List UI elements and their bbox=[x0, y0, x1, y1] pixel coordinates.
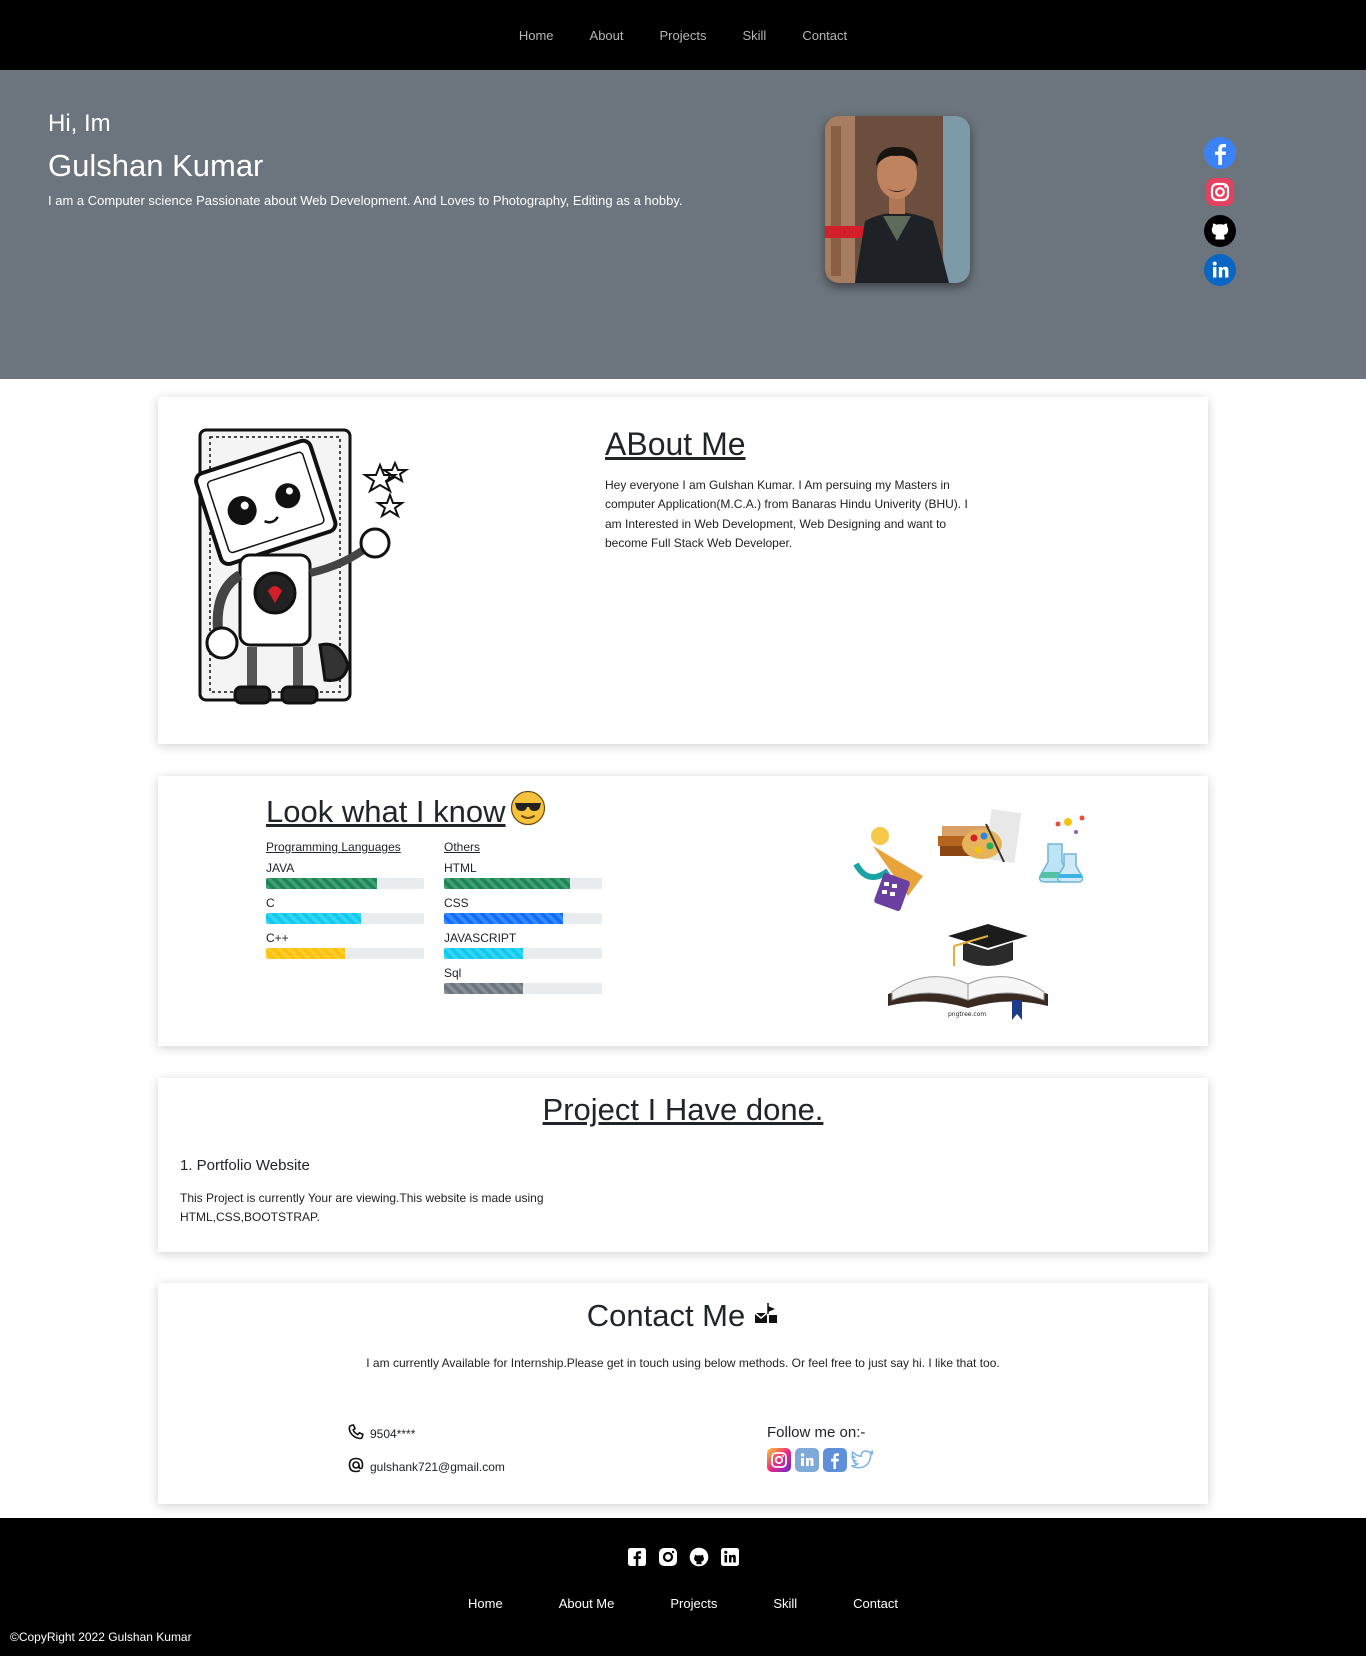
github-icon[interactable] bbox=[1203, 214, 1237, 248]
project-item-text: This Project is currently Your are viewi… bbox=[180, 1191, 544, 1224]
contact-title-text: Contact Me bbox=[586, 1298, 746, 1333]
progress-bar bbox=[444, 983, 602, 994]
skill-java: JAVA bbox=[266, 862, 426, 889]
skill-label: C bbox=[266, 896, 275, 910]
phone-icon bbox=[348, 1424, 364, 1443]
linkedin-icon[interactable] bbox=[795, 1448, 819, 1472]
skill-javascript: JAVASCRIPT bbox=[444, 932, 604, 959]
hero-tagline: I am a Computer science Passionate about… bbox=[48, 193, 683, 208]
nav-projects-link[interactable]: Projects bbox=[660, 28, 707, 43]
nav-home-link[interactable]: Home bbox=[519, 28, 554, 43]
follow-icons bbox=[767, 1448, 875, 1472]
facebook-icon[interactable] bbox=[627, 1547, 647, 1567]
follow-label: Follow me on:- bbox=[767, 1424, 866, 1441]
progress-fill bbox=[266, 913, 361, 924]
programming-languages-heading: Programming Languages bbox=[266, 840, 401, 854]
twitter-icon[interactable] bbox=[851, 1448, 875, 1472]
about-title: ABout Me bbox=[605, 426, 746, 462]
project-item-title: 1. Portfolio Website bbox=[180, 1157, 310, 1174]
facebook-icon[interactable] bbox=[823, 1448, 847, 1472]
skill-label: JAVASCRIPT bbox=[444, 931, 517, 945]
others-heading: Others bbox=[444, 840, 481, 854]
illustration-caption: pngtree.com bbox=[948, 1011, 986, 1018]
profile-photo bbox=[825, 116, 970, 283]
skill-cpp: C++ bbox=[266, 932, 426, 959]
contact-title: Contact Me bbox=[158, 1298, 1208, 1334]
nav-about-link[interactable]: About bbox=[590, 28, 624, 43]
projects-title: Project I Have done. bbox=[542, 1092, 824, 1127]
footer-home-link[interactable]: Home bbox=[468, 1596, 503, 1611]
nav-contact-link[interactable]: Contact bbox=[802, 28, 847, 43]
progress-bar bbox=[444, 948, 602, 959]
skill-sql: Sql bbox=[444, 967, 604, 994]
contact-intro: I am currently Available for Internship.… bbox=[366, 1356, 1000, 1370]
skills-card: Look what I know Programming Languages J… bbox=[158, 776, 1208, 1046]
footer-skill-link[interactable]: Skill bbox=[773, 1596, 797, 1611]
instagram-icon[interactable] bbox=[658, 1547, 678, 1567]
footer-about-link[interactable]: About Me bbox=[559, 1596, 615, 1611]
progress-fill bbox=[266, 878, 377, 889]
skill-html: HTML bbox=[444, 862, 604, 889]
instagram-icon[interactable] bbox=[767, 1448, 791, 1472]
progress-bar bbox=[266, 948, 424, 959]
contact-card: Contact Me I am currently Available for … bbox=[158, 1283, 1208, 1504]
facebook-icon[interactable] bbox=[1203, 136, 1237, 170]
skill-label: JAVA bbox=[266, 861, 295, 875]
about-text: Hey everyone I am Gulshan Kumar. I Am pe… bbox=[605, 478, 968, 550]
mailbox-icon bbox=[753, 1298, 779, 1334]
skills-title: Look what I know bbox=[266, 790, 546, 834]
skill-label: HTML bbox=[444, 861, 477, 875]
skill-label: CSS bbox=[444, 896, 469, 910]
about-card: ABout Me Hey everyone I am Gulshan Kumar… bbox=[158, 397, 1208, 744]
linkedin-icon[interactable] bbox=[720, 1547, 740, 1567]
hero-name: Gulshan Kumar bbox=[48, 148, 264, 183]
skills-title-text: Look what I know bbox=[266, 794, 506, 829]
footer-contact-link[interactable]: Contact bbox=[853, 1596, 898, 1611]
progress-bar bbox=[444, 913, 602, 924]
at-sign-icon bbox=[348, 1457, 364, 1476]
top-navbar: Home About Projects Skill Contact bbox=[0, 0, 1366, 70]
skill-c: C bbox=[266, 897, 426, 924]
progress-bar bbox=[266, 878, 424, 889]
progress-fill bbox=[444, 983, 523, 994]
phone-contact[interactable]: 9504**** bbox=[348, 1424, 415, 1443]
hero-section: Hi, Im Gulshan Kumar I am a Computer sci… bbox=[0, 70, 1366, 379]
skill-label: Sql bbox=[444, 966, 462, 980]
progress-bar bbox=[444, 878, 602, 889]
nav-skill-link[interactable]: Skill bbox=[742, 28, 766, 43]
hero-greeting: Hi, Im bbox=[48, 110, 111, 137]
progress-bar bbox=[266, 913, 424, 924]
projects-card: Project I Have done. 1. Portfolio Websit… bbox=[158, 1078, 1208, 1252]
progress-fill bbox=[444, 878, 571, 889]
footer-projects-link[interactable]: Projects bbox=[670, 1596, 717, 1611]
hero-social-links bbox=[1203, 136, 1237, 287]
github-icon[interactable] bbox=[689, 1547, 709, 1567]
skill-label: C++ bbox=[266, 931, 289, 945]
progress-fill bbox=[444, 913, 563, 924]
instagram-icon[interactable] bbox=[1203, 175, 1237, 209]
others-column: Others HTML CSS JAVASCRIPT Sql bbox=[444, 840, 604, 1002]
email-address: gulshank721@gmail.com bbox=[370, 1459, 505, 1474]
footer-nav: Home About Me Projects Skill Contact bbox=[0, 1596, 1366, 1611]
sunglasses-emoji-icon bbox=[510, 790, 546, 834]
robot-illustration bbox=[194, 428, 410, 705]
education-illustration: pngtree.com bbox=[853, 809, 1085, 1020]
progress-fill bbox=[266, 948, 345, 959]
programming-languages-column: Programming Languages JAVA C C++ bbox=[266, 840, 426, 967]
phone-number: 9504**** bbox=[370, 1426, 416, 1441]
footer: Home About Me Projects Skill Contact ©Co… bbox=[0, 1518, 1366, 1656]
copyright-text: ©CopyRight 2022 Gulshan Kumar bbox=[10, 1630, 192, 1644]
email-contact[interactable]: gulshank721@gmail.com bbox=[348, 1457, 505, 1476]
footer-social-icons bbox=[0, 1547, 1366, 1567]
linkedin-icon[interactable] bbox=[1203, 253, 1237, 287]
progress-fill bbox=[444, 948, 523, 959]
skill-css: CSS bbox=[444, 897, 604, 924]
